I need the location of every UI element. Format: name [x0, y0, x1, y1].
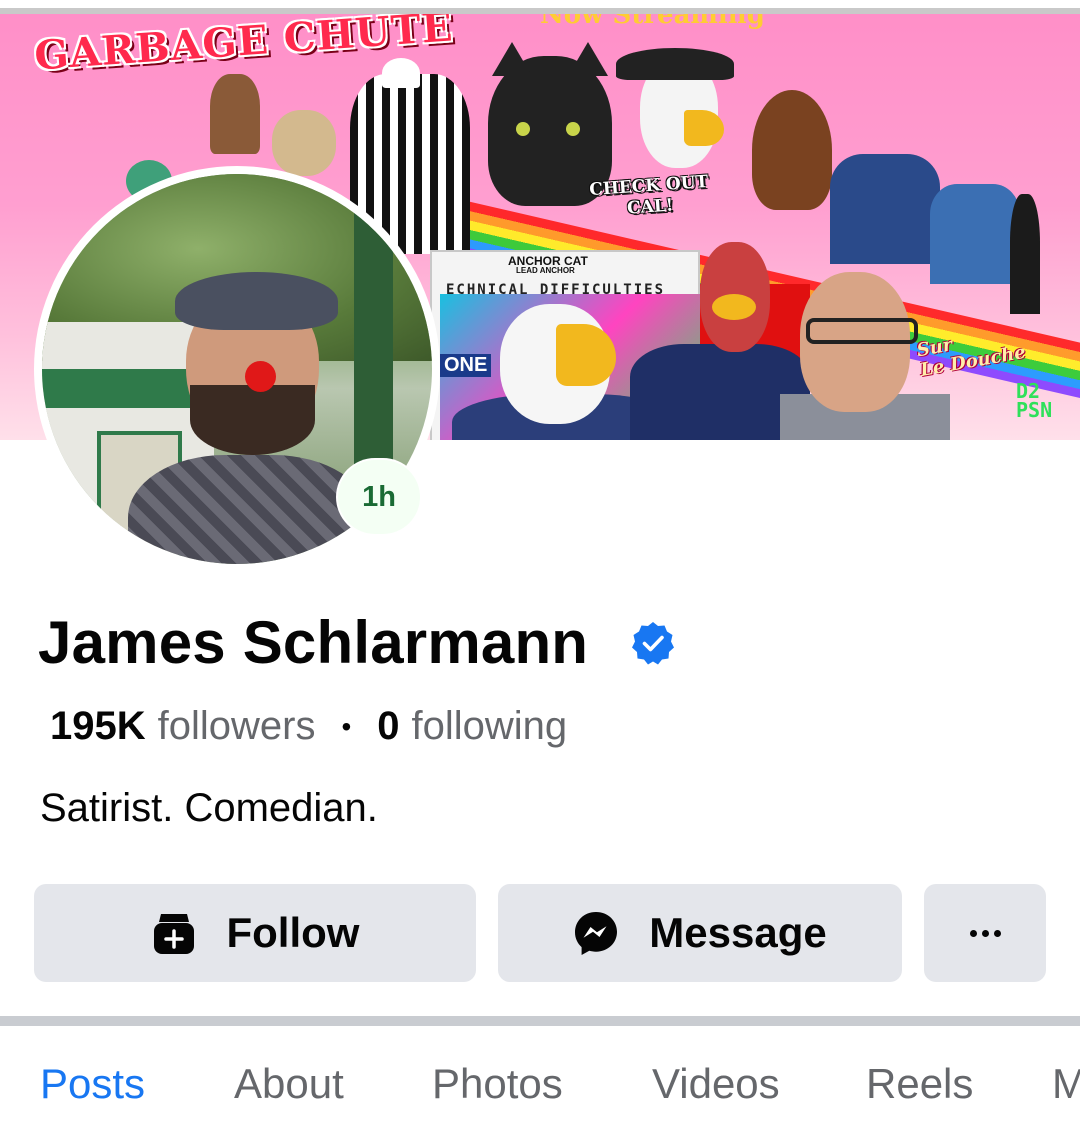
cover-figure-mask [272, 110, 336, 176]
tab-photos[interactable]: Photos [432, 1060, 563, 1108]
cover-network-logo: D2 PSN [1016, 381, 1053, 422]
profile-tabs: Posts About Photos Videos Reels M [0, 1026, 1080, 1136]
cover-top-text: Now Streaming [540, 8, 765, 30]
avatar-background-trim [42, 369, 198, 408]
avatar-shirt [127, 454, 370, 564]
followers-count[interactable]: 195K [50, 704, 146, 749]
section-divider [0, 1016, 1080, 1026]
follow-button-label: Follow [226, 909, 360, 956]
cover-one-text: ONE [440, 354, 492, 377]
tab-videos[interactable]: Videos [652, 1060, 780, 1108]
cover-check-out-caption: CHECK OUT CAL! [589, 172, 711, 223]
tab-more-truncated[interactable]: M [1052, 1060, 1080, 1108]
cover-anchor-sublabel: LEAD ANCHOR [516, 266, 575, 275]
profile-name: James Schlarmann [38, 609, 589, 676]
cover-figure-suit [830, 154, 940, 264]
cover-network-line-2: PSN [1016, 398, 1053, 422]
tab-about[interactable]: About [234, 1060, 344, 1108]
story-time-badge[interactable]: 1h [338, 460, 420, 534]
cover-figure-man-glasses [806, 318, 918, 344]
profile-bio: Satirist. Comedian. [40, 786, 378, 830]
profile-stats: 195K followers • 0 following [50, 704, 567, 749]
tab-reels[interactable]: Reels [866, 1060, 973, 1108]
cover-figure-cowboy-hat [616, 48, 734, 80]
messenger-icon [573, 910, 619, 956]
cover-figure-chef-hat [382, 58, 420, 88]
following-count[interactable]: 0 [377, 704, 399, 749]
message-button-label: Message [649, 909, 827, 956]
cover-ticker-text: ECHNICAL DIFFICULTIES [446, 282, 666, 298]
stats-separator: • [341, 710, 352, 742]
avatar-cap [174, 271, 339, 330]
follow-button[interactable]: Follow [34, 884, 476, 982]
tab-posts[interactable]: Posts [40, 1060, 145, 1108]
cover-figure-dark [1010, 194, 1040, 314]
cover-figure-rooster-beak [712, 294, 756, 320]
avatar-beard [190, 384, 315, 455]
cover-figure-suit-2 [930, 184, 1020, 284]
profile-name-row: James Schlarmann [38, 608, 676, 677]
follow-add-icon [151, 910, 197, 956]
more-options-button[interactable] [924, 884, 1046, 982]
cover-figure-horse [752, 90, 832, 210]
followers-label[interactable]: followers [158, 704, 316, 749]
more-dots-icon [969, 929, 1001, 937]
verified-badge-icon[interactable] [630, 620, 676, 666]
following-label[interactable]: following [412, 704, 568, 749]
cover-figure-horse-small [210, 74, 260, 154]
cover-figure-eagle-beak [684, 110, 724, 146]
message-button[interactable]: Message [498, 884, 902, 982]
